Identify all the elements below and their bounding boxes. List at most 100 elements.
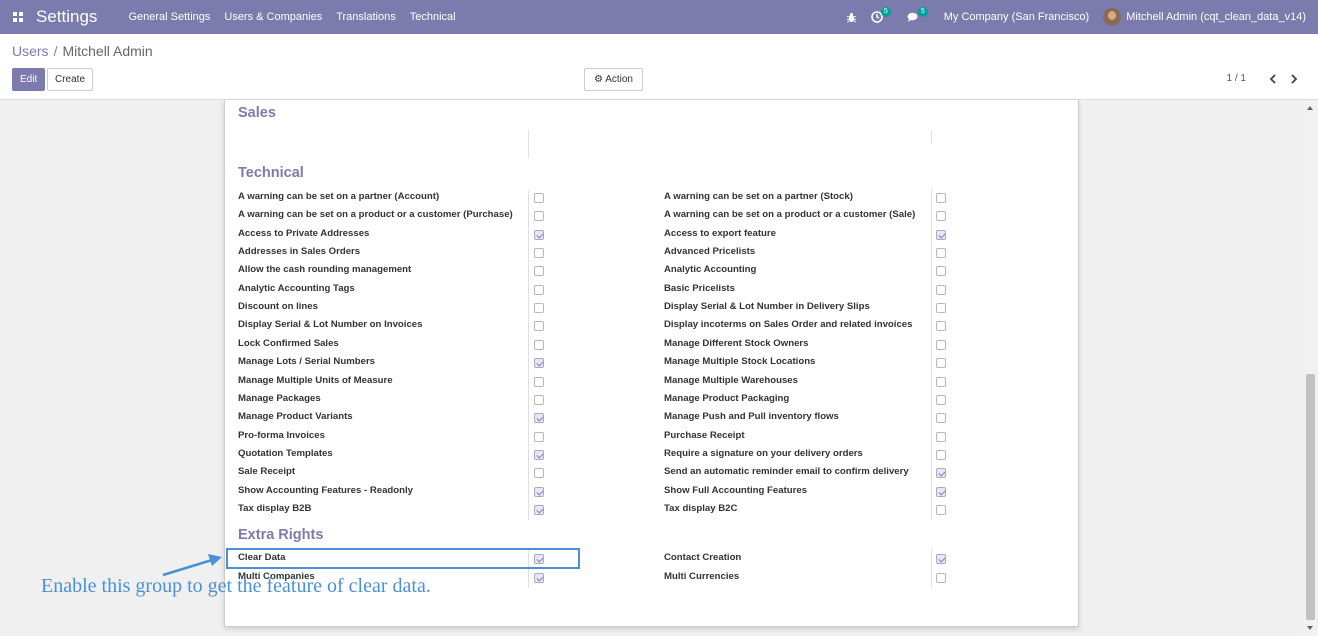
debug-bug-icon[interactable] (839, 0, 864, 34)
access-right-label: Contact Creation (664, 552, 742, 563)
access-right-label: Tax display B2B (238, 503, 312, 514)
access-right-checkbox[interactable] (534, 248, 544, 258)
scroll-up-icon[interactable] (1307, 106, 1313, 110)
access-right-label: Multi Currencies (664, 571, 740, 582)
access-right-label: Manage Different Stock Owners (664, 338, 809, 349)
technical-left-separator (528, 190, 529, 520)
access-right-label: Display incoterms on Sales Order and rel… (664, 319, 913, 330)
access-right-checkbox[interactable] (534, 395, 544, 405)
sales-column-separator (528, 130, 529, 158)
annotation-text: Enable this group to get the feature of … (41, 575, 431, 597)
access-right-checkbox[interactable] (534, 285, 544, 295)
access-right-label: Send an automatic reminder email to conf… (664, 466, 909, 477)
menu-general-settings[interactable]: General Settings (121, 0, 217, 34)
access-right-checkbox[interactable] (936, 468, 946, 478)
access-right-checkbox[interactable] (534, 358, 544, 368)
access-right-checkbox[interactable] (534, 468, 544, 478)
access-right-checkbox[interactable] (936, 487, 946, 497)
access-right-checkbox[interactable] (534, 303, 544, 313)
access-right-label: Manage Lots / Serial Numbers (238, 356, 376, 367)
vertical-scrollbar[interactable] (1303, 100, 1318, 636)
messages-badge: 5 (917, 7, 928, 17)
access-right-label: Manage Packages (238, 393, 321, 404)
access-right-label: Pro-forma Invoices (238, 430, 325, 441)
access-right-checkbox[interactable] (936, 285, 946, 295)
access-right-label: Tax display B2C (664, 503, 738, 514)
clear-data-highlight-box (226, 548, 580, 569)
access-right-checkbox[interactable] (936, 248, 946, 258)
access-right-label: Access to export feature (664, 228, 776, 239)
pager-previous-icon[interactable] (1265, 71, 1281, 87)
access-right-checkbox[interactable] (534, 487, 544, 497)
breadcrumb-separator: / (53, 43, 58, 59)
access-right-label: Sale Receipt (238, 466, 296, 477)
access-right-checkbox[interactable] (534, 230, 544, 240)
access-right-checkbox[interactable] (936, 358, 946, 368)
scroll-down-icon[interactable] (1307, 626, 1313, 630)
access-right-label: Manage Multiple Stock Locations (664, 356, 816, 367)
user-name: Mitchell Admin (cqt_clean_data_v14) (1126, 11, 1306, 23)
app-title[interactable]: Settings (36, 7, 97, 27)
scroll-thumb[interactable] (1306, 374, 1315, 620)
access-right-label: Manage Multiple Units of Measure (238, 375, 393, 386)
access-right-checkbox[interactable] (936, 321, 946, 331)
pager-next-icon[interactable] (1286, 71, 1302, 87)
access-right-checkbox[interactable] (534, 413, 544, 423)
access-right-checkbox[interactable] (534, 193, 544, 203)
access-right-checkbox[interactable] (936, 505, 946, 515)
access-right-checkbox[interactable] (936, 230, 946, 240)
access-right-checkbox[interactable] (936, 450, 946, 460)
company-switcher[interactable]: My Company (San Francisco) (937, 0, 1097, 34)
section-title-extra-rights: Extra Rights (238, 527, 324, 543)
access-right-checkbox[interactable] (936, 193, 946, 203)
messages-comments-icon[interactable]: 5 (900, 0, 937, 34)
section-title-sales: Sales (238, 105, 276, 121)
breadcrumb-current: Mitchell Admin (62, 43, 153, 59)
menu-technical[interactable]: Technical (403, 0, 463, 34)
access-right-checkbox[interactable] (936, 211, 946, 221)
access-right-checkbox[interactable] (534, 450, 544, 460)
access-right-label: Addresses in Sales Orders (238, 246, 361, 257)
access-right-checkbox[interactable] (936, 303, 946, 313)
access-right-checkbox[interactable] (534, 432, 544, 442)
access-right-checkbox[interactable] (534, 321, 544, 331)
access-right-label: A warning can be set on a partner (Stock… (664, 191, 853, 202)
access-right-checkbox[interactable] (534, 266, 544, 276)
access-right-checkbox[interactable] (936, 573, 946, 583)
systray: 5 5 My Company (San Francisco) Mitchell … (839, 0, 1318, 34)
access-right-checkbox[interactable] (534, 377, 544, 387)
access-right-label: A warning can be set on a partner (Accou… (238, 191, 440, 202)
gear-icon: ⚙ (594, 74, 603, 85)
create-button[interactable]: Create (47, 68, 94, 91)
user-menu[interactable]: Mitchell Admin (cqt_clean_data_v14) (1096, 0, 1318, 34)
menu-users-companies[interactable]: Users & Companies (217, 0, 329, 34)
access-right-checkbox[interactable] (534, 211, 544, 221)
extra-right-separator (931, 550, 932, 588)
access-right-checkbox[interactable] (534, 573, 544, 583)
access-right-checkbox[interactable] (936, 554, 946, 564)
edit-button[interactable]: Edit (12, 68, 46, 91)
menu-translations[interactable]: Translations (329, 0, 403, 34)
breadcrumb: Users / Mitchell Admin (12, 43, 153, 59)
main-menu: General Settings Users & Companies Trans… (121, 0, 462, 34)
sales-column-separator-right (931, 130, 932, 144)
access-right-checkbox[interactable] (534, 505, 544, 515)
access-right-checkbox[interactable] (534, 340, 544, 350)
action-button[interactable]: ⚙ Action (584, 68, 643, 91)
apps-menu-icon[interactable] (6, 0, 30, 34)
access-right-label: Discount on lines (238, 301, 318, 312)
access-right-checkbox[interactable] (936, 395, 946, 405)
access-right-label: A warning can be set on a product or a c… (664, 209, 916, 220)
action-label: Action (605, 74, 633, 85)
breadcrumb-users-link[interactable]: Users (12, 43, 49, 59)
access-right-checkbox[interactable] (936, 266, 946, 276)
activity-clock-icon[interactable]: 5 (864, 0, 900, 34)
access-right-checkbox[interactable] (936, 340, 946, 350)
access-right-checkbox[interactable] (936, 432, 946, 442)
pager-value[interactable]: 1 / 1 (1227, 73, 1246, 84)
access-right-label: Purchase Receipt (664, 430, 745, 441)
access-right-checkbox[interactable] (936, 377, 946, 387)
access-right-label: Lock Confirmed Sales (238, 338, 339, 349)
access-right-label: Basic Pricelists (664, 283, 735, 294)
access-right-checkbox[interactable] (936, 413, 946, 423)
